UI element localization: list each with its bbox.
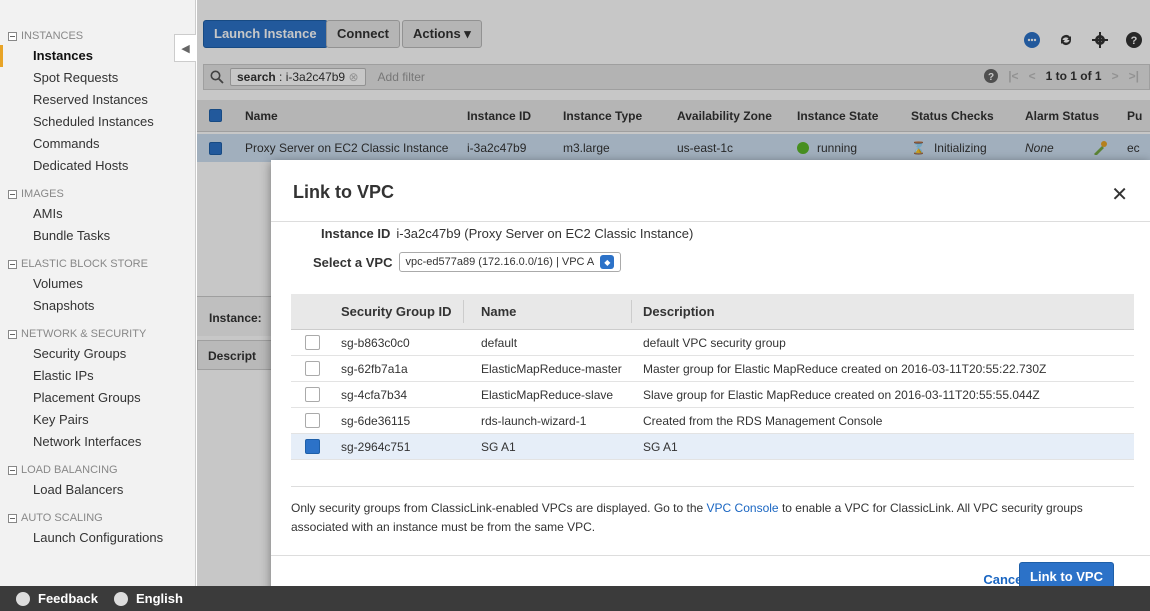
sg-checkbox[interactable] (305, 335, 320, 350)
table-row[interactable]: sg-b863c0c0 default default VPC security… (291, 330, 1134, 356)
collapse-icon[interactable] (8, 259, 17, 269)
sidebar-item-scheduled-instances[interactable]: Scheduled Instances (0, 111, 195, 133)
sg-name: ElasticMapReduce-slave (481, 387, 614, 402)
sidebar-collapse-button[interactable]: ◀ (174, 34, 196, 62)
sidebar-item-network-interfaces[interactable]: Network Interfaces (0, 431, 195, 453)
sg-checkbox[interactable] (305, 361, 320, 376)
close-icon[interactable]: ✕ (1111, 182, 1128, 207)
sg-checkbox[interactable] (305, 387, 320, 402)
table-row[interactable]: sg-4cfa7b34 ElasticMapReduce-slave Slave… (291, 382, 1134, 408)
dialog-title: Link to VPC (293, 182, 395, 202)
chat-bubble-icon (16, 591, 30, 606)
sg-description: default VPC security group (643, 335, 786, 350)
collapse-icon[interactable] (8, 329, 17, 339)
sg-checkbox[interactable] (305, 439, 320, 454)
table-row[interactable]: sg-2964c751 SG A1 SG A1 (291, 434, 1134, 460)
sidebar-item-spot-requests[interactable]: Spot Requests (0, 67, 195, 89)
sg-id: sg-b863c0c0 (341, 335, 410, 350)
sidebar: INSTANCES Instances Spot Requests Reserv… (0, 0, 196, 611)
sg-id: sg-6de36115 (341, 413, 411, 428)
collapse-icon[interactable] (8, 513, 17, 523)
language-selector[interactable]: English (113, 591, 183, 606)
sidebar-item-snapshots[interactable]: Snapshots (0, 295, 195, 317)
sidebar-item-key-pairs[interactable]: Key Pairs (0, 409, 195, 431)
collapse-icon[interactable] (8, 189, 17, 199)
col-sg-name[interactable]: Name (481, 294, 516, 329)
sg-name: default (481, 335, 518, 350)
sg-id: sg-2964c751 (341, 439, 411, 454)
sg-description: Created from the RDS Management Console (643, 413, 883, 428)
sg-name: rds-launch-wizard-1 (481, 413, 587, 428)
sidebar-item-reserved-instances[interactable]: Reserved Instances (0, 89, 195, 111)
sidebar-section-auto-scaling[interactable]: AUTO SCALING (0, 509, 195, 527)
table-row[interactable]: sg-6de36115 rds-launch-wizard-1 Created … (291, 408, 1134, 434)
sidebar-section-ebs[interactable]: ELASTIC BLOCK STORE (0, 255, 195, 273)
sidebar-item-placement-groups[interactable]: Placement Groups (0, 387, 195, 409)
chevron-left-icon: ◀ (181, 42, 190, 55)
sidebar-section-instances[interactable]: INSTANCES (0, 27, 195, 45)
vpc-select-row: Select a VPC vpc-ed577a89 (172.16.0.0/16… (313, 252, 622, 272)
feedback-button[interactable]: Feedback (16, 591, 98, 606)
sidebar-item-instances[interactable]: Instances (0, 45, 195, 67)
sidebar-item-elastic-ips[interactable]: Elastic IPs (0, 365, 195, 387)
collapse-icon[interactable] (8, 31, 17, 41)
sg-checkbox[interactable] (305, 413, 320, 428)
sidebar-section-images[interactable]: IMAGES (0, 185, 195, 203)
sidebar-item-amis[interactable]: AMIs (0, 203, 195, 225)
sidebar-section-load-balancing[interactable]: LOAD BALANCING (0, 461, 195, 479)
sidebar-item-load-balancers[interactable]: Load Balancers (0, 479, 195, 501)
sidebar-item-commands[interactable]: Commands (0, 133, 195, 155)
collapse-icon[interactable] (8, 465, 17, 475)
instance-id-row: Instance ID i-3a2c47b9 (Proxy Server on … (321, 226, 693, 241)
sidebar-item-dedicated-hosts[interactable]: Dedicated Hosts (0, 155, 195, 177)
sg-name: ElasticMapReduce-master (481, 361, 622, 376)
dialog-header: Link to VPC ✕ (271, 160, 1150, 222)
sidebar-section-network[interactable]: NETWORK & SECURITY (0, 325, 195, 343)
sidebar-item-volumes[interactable]: Volumes (0, 273, 195, 295)
sg-description: Master group for Elastic MapReduce creat… (643, 361, 1047, 376)
sg-description: Slave group for Elastic MapReduce create… (643, 387, 1040, 402)
instance-id-label: Instance ID (321, 226, 391, 241)
table-row[interactable]: sg-62fb7a1a ElasticMapReduce-master Mast… (291, 356, 1134, 382)
security-groups-table: Security Group ID Name Description sg-b8… (291, 294, 1134, 460)
sg-name: SG A1 (481, 439, 516, 454)
dialog-footer-divider (271, 555, 1150, 556)
sg-table-header: Security Group ID Name Description (291, 294, 1134, 330)
col-sg-description[interactable]: Description (643, 294, 715, 329)
sg-id: sg-62fb7a1a (341, 361, 408, 376)
vpc-select-label: Select a VPC (313, 254, 393, 270)
sidebar-item-launch-configurations[interactable]: Launch Configurations (0, 527, 195, 549)
sidebar-item-bundle-tasks[interactable]: Bundle Tasks (0, 225, 195, 247)
link-to-vpc-dialog: Link to VPC ✕ Instance ID i-3a2c47b9 (Pr… (271, 160, 1150, 610)
console-footer: Feedback English (0, 586, 1150, 611)
col-security-group-id[interactable]: Security Group ID (341, 294, 452, 329)
vpc-console-link[interactable]: VPC Console (707, 501, 779, 515)
sidebar-item-security-groups[interactable]: Security Groups (0, 343, 195, 365)
instance-id-value: i-3a2c47b9 (Proxy Server on EC2 Classic … (396, 226, 694, 241)
sg-description: SG A1 (643, 439, 678, 454)
vpc-select[interactable]: vpc-ed577a89 (172.16.0.0/16) | VPC A ◆ (398, 252, 622, 272)
select-arrows-icon: ◆ (600, 255, 615, 269)
globe-icon (113, 591, 128, 606)
classiclink-note: Only security groups from ClassicLink-en… (291, 486, 1134, 537)
sg-id: sg-4cfa7b34 (341, 387, 408, 402)
